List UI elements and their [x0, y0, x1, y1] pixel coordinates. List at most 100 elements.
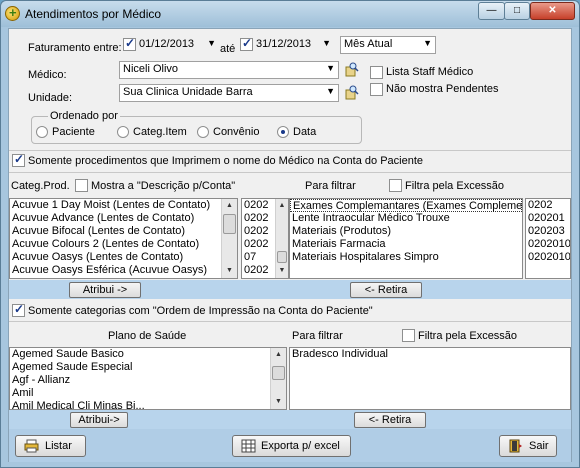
plano-selected-list[interactable]: Bradesco Individual: [289, 347, 571, 410]
medico-label: Médico:: [28, 69, 67, 81]
close-button[interactable]: ✕: [530, 2, 575, 20]
to-date-picker[interactable]: 31/12/2013 ▼: [238, 37, 334, 55]
scroll-down-icon[interactable]: ▼: [276, 264, 288, 278]
list-item[interactable]: Materiais Farmacia: [290, 238, 522, 251]
somente-cat-checkbox[interactable]: [12, 302, 25, 317]
list-item[interactable]: Acuvue Oasys Esférica (Acuvue Oasys): [10, 264, 237, 277]
radio-categ-item[interactable]: [117, 126, 129, 138]
list-item[interactable]: Amil Medical Cli Minas Bi...: [10, 400, 286, 409]
listar-button[interactable]: Listar: [15, 435, 86, 457]
radio-convenio-label: Convênio: [213, 126, 260, 138]
categ-para-filtrar-label: Para filtrar: [305, 180, 356, 192]
somente-cat-label: Somente categorias com "Ordem de Impress…: [28, 305, 373, 317]
categ-atribui-button[interactable]: Atribui ->: [69, 282, 141, 298]
list-item[interactable]: Exames Complemantares (Exames Complement…: [290, 199, 522, 212]
list-item: 02020102: [528, 238, 571, 250]
title-bar[interactable]: Atendimentos por Médico — □ ✕: [1, 1, 579, 27]
ate-label: até: [220, 43, 236, 55]
exporta-label: Exporta p/ excel: [261, 440, 340, 452]
categ-filtra-excecao-checkbox[interactable]: [389, 179, 402, 192]
scroll-down-icon[interactable]: ▼: [271, 395, 286, 409]
scroll-thumb[interactable]: [223, 214, 236, 234]
categ-filtra-excecao-label: Filtra pela Excessão: [405, 180, 505, 192]
list-item[interactable]: Materiais Hospitalares Simpro: [290, 251, 522, 264]
list-item[interactable]: Acuvue Advance (Lentes de Contato): [10, 212, 237, 225]
list-item[interactable]: Acuvue 1 Day Moist (Lentes de Contato): [10, 199, 237, 212]
plano-available-list[interactable]: Agemed Saude Basico Agemed Saude Especia…: [9, 347, 287, 410]
plano-filtra-excecao-label: Filtra pela Excessão: [418, 330, 518, 342]
scroll-thumb[interactable]: [272, 366, 285, 380]
categ-selected-list[interactable]: Exames Complemantares (Exames Complement…: [289, 198, 523, 279]
ordenado-label: Ordenado por: [48, 110, 120, 122]
categ-retira-button[interactable]: <- Retira: [350, 282, 422, 298]
list-item[interactable]: Acuvue Oasys (Lentes de Contato): [10, 251, 237, 264]
medico-select[interactable]: Niceli Olivo ▼: [119, 61, 339, 79]
spreadsheet-icon: [241, 439, 256, 453]
list-item[interactable]: Agemed Saude Basico: [10, 348, 286, 361]
search-medico-icon[interactable]: [345, 61, 359, 77]
lista-staff-checkbox[interactable]: [370, 66, 383, 79]
separator: [9, 321, 571, 322]
chevron-down-icon: ▼: [423, 38, 432, 48]
period-select[interactable]: Mês Atual ▼: [340, 36, 436, 54]
app-icon: [5, 5, 20, 21]
separator: [9, 150, 571, 151]
list-item[interactable]: Bradesco Individual: [290, 348, 570, 361]
nao-pendentes-checkbox[interactable]: [370, 83, 383, 96]
plano-para-filtrar-label: Para filtrar: [292, 330, 343, 342]
scroll-up-icon[interactable]: ▲: [271, 348, 286, 362]
scrollbar[interactable]: ▲ ▼: [270, 348, 286, 409]
list-item: 020201: [528, 212, 565, 224]
medico-value: Niceli Olivo: [123, 63, 179, 75]
sair-button[interactable]: Sair: [499, 435, 557, 457]
list-item[interactable]: Agemed Saude Especial: [10, 361, 286, 374]
search-unidade-icon[interactable]: [345, 84, 359, 100]
faturamento-label: Faturamento entre:: [28, 42, 122, 54]
plano-filtra-excecao-checkbox[interactable]: [402, 329, 415, 342]
maximize-button[interactable]: □: [504, 2, 530, 20]
mostra-descricao-checkbox[interactable]: [75, 179, 88, 192]
categ-available-list[interactable]: Acuvue 1 Day Moist (Lentes de Contato) A…: [9, 198, 238, 279]
list-item[interactable]: Acuvue Bifocal (Lentes de Contato): [10, 225, 237, 238]
unidade-label: Unidade:: [28, 92, 73, 104]
scroll-down-icon[interactable]: ▼: [222, 264, 237, 278]
scroll-up-icon[interactable]: ▲: [222, 199, 237, 213]
nao-pendentes-label: Não mostra Pendentes: [386, 83, 499, 95]
somente-proc-label: Somente procedimentos que Imprimem o nom…: [28, 155, 423, 167]
list-item[interactable]: Amil: [10, 387, 286, 400]
to-date-value: 31/12/2013: [256, 38, 312, 50]
from-date-value: 01/12/2013: [139, 38, 195, 50]
plano-retira-button[interactable]: <- Retira: [354, 412, 426, 428]
radio-paciente-label: Paciente: [52, 126, 95, 138]
scroll-thumb[interactable]: [277, 251, 287, 263]
list-item[interactable]: Materiais (Produtos): [290, 225, 522, 238]
scroll-up-icon[interactable]: ▲: [276, 199, 288, 213]
chevron-down-icon: ▼: [322, 38, 331, 48]
chevron-down-icon: ▼: [326, 86, 335, 96]
exporta-excel-button[interactable]: Exporta p/ excel: [232, 435, 351, 457]
radio-convenio[interactable]: [197, 126, 209, 138]
plano-atribui-button[interactable]: Atribui->: [70, 412, 128, 428]
from-date-picker[interactable]: 01/12/2013 ▼: [121, 37, 219, 55]
minimize-button[interactable]: —: [478, 2, 505, 20]
app-window: Atendimentos por Médico — □ ✕ Faturament…: [0, 0, 580, 468]
categ-codes-list[interactable]: 0202 0202 0202 0202 07 0202 ▲ ▼: [241, 198, 289, 279]
list-item[interactable]: Agf - Allianz: [10, 374, 286, 387]
unidade-select[interactable]: Sua Clinica Unidade Barra ▼: [119, 84, 339, 102]
somente-proc-checkbox[interactable]: [12, 152, 25, 167]
list-item: 020203: [528, 225, 565, 237]
radio-data[interactable]: [277, 126, 289, 138]
chevron-down-icon: ▼: [326, 63, 335, 73]
categ-selected-codes-list[interactable]: 0202 020201 020203 02020102 02020104: [525, 198, 571, 279]
chevron-down-icon: ▼: [207, 38, 216, 48]
mostra-descricao-label: Mostra a "Descrição p/Conta": [91, 180, 236, 192]
window-title: Atendimentos por Médico: [25, 7, 162, 21]
separator: [9, 172, 571, 173]
radio-paciente[interactable]: [36, 126, 48, 138]
scrollbar[interactable]: ▲ ▼: [275, 199, 288, 278]
list-item[interactable]: Acuvue Colours 2 (Lentes de Contato): [10, 238, 237, 251]
unidade-value: Sua Clinica Unidade Barra: [123, 86, 253, 98]
list-item[interactable]: Lente Intraocular Médico Trouxe: [290, 212, 522, 225]
listar-label: Listar: [45, 440, 72, 452]
scrollbar[interactable]: ▲ ▼: [221, 199, 237, 278]
